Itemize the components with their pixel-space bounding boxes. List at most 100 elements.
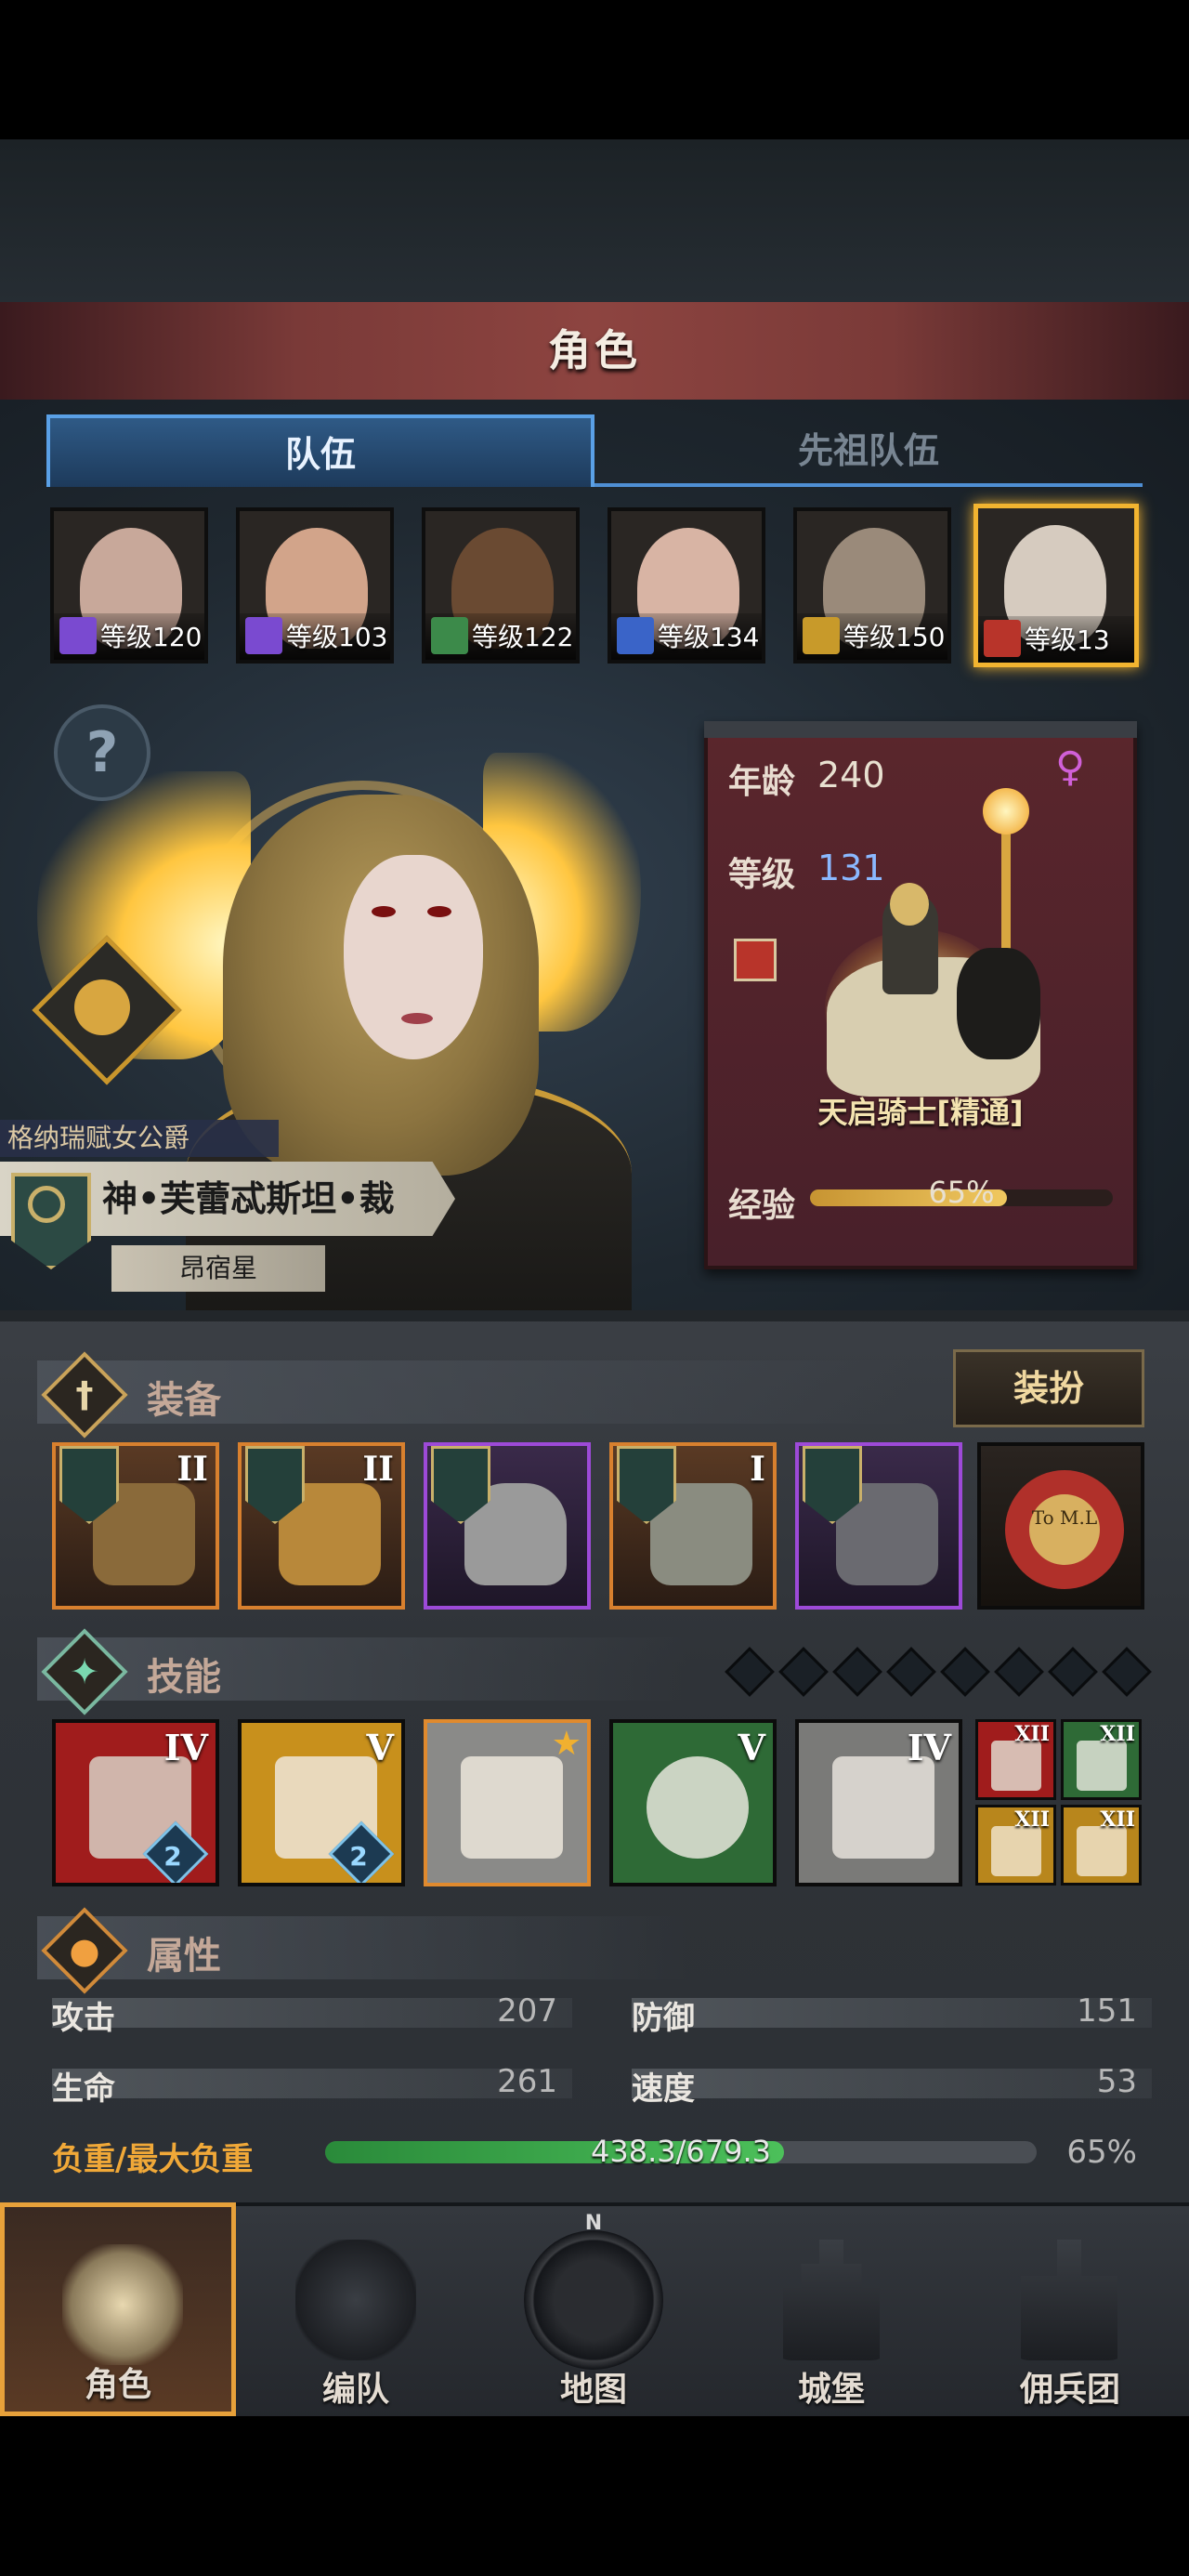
passive-skill-4[interactable]: XII <box>1061 1805 1142 1886</box>
team-member-2[interactable]: 等级103 <box>236 507 394 664</box>
crystal-fist-icon <box>461 1756 563 1859</box>
team-member-1[interactable]: 等级120 <box>50 507 208 664</box>
passive-skill-3[interactable]: XII <box>975 1805 1056 1886</box>
team-member-6[interactable]: 等级13 <box>973 504 1139 667</box>
defense-value: 151 <box>1077 1992 1137 2030</box>
skill-rank: V <box>366 1727 394 1768</box>
passive-skill-2[interactable]: XII <box>1061 1719 1142 1800</box>
load-value: 438.3/679.3 <box>591 2134 771 2169</box>
burst-icon <box>1077 1741 1127 1791</box>
skill-5[interactable]: IV <box>795 1719 962 1886</box>
member-level: 等级134 <box>658 622 760 652</box>
team-member-3[interactable]: 等级122 <box>422 507 580 664</box>
star-sign: 昂宿星 <box>178 1253 257 1283</box>
hero-title: 格纳瑞赋女公爵 <box>7 1123 190 1153</box>
team-member-4[interactable]: 等级134 <box>608 507 765 664</box>
member-level: 等级120 <box>100 622 203 652</box>
passive-skill-1[interactable]: XII <box>975 1719 1056 1800</box>
class-icon <box>59 617 97 654</box>
defense-label: 防御 <box>632 2000 695 2037</box>
skill-rank: XII <box>1100 1722 1135 1746</box>
equipment-slot-2[interactable]: II <box>238 1442 405 1610</box>
hp-value: 261 <box>497 2063 557 2100</box>
gauntlet-icon <box>1077 1826 1127 1876</box>
member-level: 等级122 <box>472 622 574 652</box>
member-level: 等级150 <box>843 622 946 652</box>
team-member-5[interactable]: 等级150 <box>793 507 951 664</box>
banner-icon <box>1021 2240 1117 2360</box>
equipment-slot-1[interactable]: II <box>52 1442 219 1610</box>
top-banner-area <box>0 139 1189 302</box>
female-icon: ♀ <box>1055 743 1086 791</box>
nav-label: 佣兵团 <box>1019 2371 1120 2409</box>
level-label: 等级 <box>728 856 796 894</box>
exp-percent: 65% <box>928 1175 995 1210</box>
member-level: 等级103 <box>286 622 388 652</box>
skill-rank: IV <box>907 1727 951 1768</box>
hero-eye <box>427 906 451 917</box>
skill-rank: XII <box>1014 1722 1050 1746</box>
star-burst-icon: ✦ <box>70 1651 99 1692</box>
tab-underline <box>594 483 1143 487</box>
dagger-icon <box>991 1741 1041 1791</box>
skill-rank: IV <box>163 1727 208 1768</box>
equipment-slot-6[interactable]: To M.L <box>977 1442 1144 1610</box>
compass-icon <box>524 2230 663 2370</box>
age-label: 年龄 <box>728 763 796 801</box>
crystal-shield-icon <box>832 1756 934 1859</box>
item-rank: II <box>176 1450 208 1489</box>
skill-1[interactable]: IV 2 <box>52 1719 219 1886</box>
nav-formation[interactable]: 编队 <box>238 2202 474 2416</box>
class-icon <box>803 617 840 654</box>
helmet-icon <box>295 2240 416 2360</box>
help-button[interactable]: ? <box>54 704 150 801</box>
attributes-header-band <box>37 1916 687 1979</box>
serpent-emblem-icon <box>28 1186 65 1223</box>
class-icon <box>431 617 468 654</box>
tab-team[interactable]: 队伍 <box>46 414 594 487</box>
class-name: 天启骑士[精通] <box>817 1095 1024 1130</box>
attack-value: 207 <box>497 1992 557 2030</box>
nav-label: 编队 <box>321 2371 389 2409</box>
gem-count: 2 <box>349 1841 368 1872</box>
mount-class-icon <box>734 939 777 981</box>
skills-title: 技能 <box>147 1656 221 1699</box>
card-top-rail <box>704 721 1137 738</box>
gauntlet-icon <box>991 1826 1041 1876</box>
skill-2[interactable]: V 2 <box>238 1719 405 1886</box>
nav-castle[interactable]: 城堡 <box>713 2202 949 2416</box>
level-value: 131 <box>817 848 885 888</box>
gem-count: 2 <box>163 1841 182 1872</box>
nav-map[interactable]: N 地图 <box>476 2202 712 2416</box>
knight-rider-head <box>890 883 929 926</box>
attack-label: 攻击 <box>52 2000 115 2037</box>
item-rank: II <box>362 1450 394 1489</box>
potion-icon <box>74 979 130 1035</box>
skill-rank: XII <box>1014 1807 1050 1832</box>
nav-label: 地图 <box>559 2371 627 2409</box>
nav-character[interactable]: 角色 <box>0 2202 236 2416</box>
tab-ancestor-team[interactable]: 先祖队伍 <box>594 414 1143 487</box>
skill-4[interactable]: V <box>609 1719 777 1886</box>
dress-up-button[interactable]: 装扮 <box>953 1349 1144 1427</box>
hero-eye <box>372 906 396 917</box>
status-bar-area <box>0 0 1189 139</box>
equipment-slot-3[interactable] <box>424 1442 591 1610</box>
crosshair-icon <box>647 1756 749 1859</box>
skills-header-band <box>37 1637 687 1701</box>
class-icon <box>617 617 654 654</box>
equipment-slot-5[interactable] <box>795 1442 962 1610</box>
skill-3[interactable]: ★ <box>424 1719 591 1886</box>
nav-mercenary[interactable]: 佣兵团 <box>951 2202 1189 2416</box>
skill-rank: V <box>738 1727 765 1768</box>
speed-value: 53 <box>1096 2063 1137 2100</box>
equipment-slot-4[interactable]: I <box>609 1442 777 1610</box>
page-title: 角色 <box>548 325 641 375</box>
figure-icon: ● <box>69 1930 100 1971</box>
exp-label: 经验 <box>728 1187 796 1225</box>
knight-icon <box>62 2244 183 2365</box>
seal-text: To M.L <box>1031 1506 1098 1529</box>
load-percent: 65% <box>1066 2134 1137 2171</box>
hero-face <box>344 855 483 1059</box>
age-value: 240 <box>817 755 885 795</box>
